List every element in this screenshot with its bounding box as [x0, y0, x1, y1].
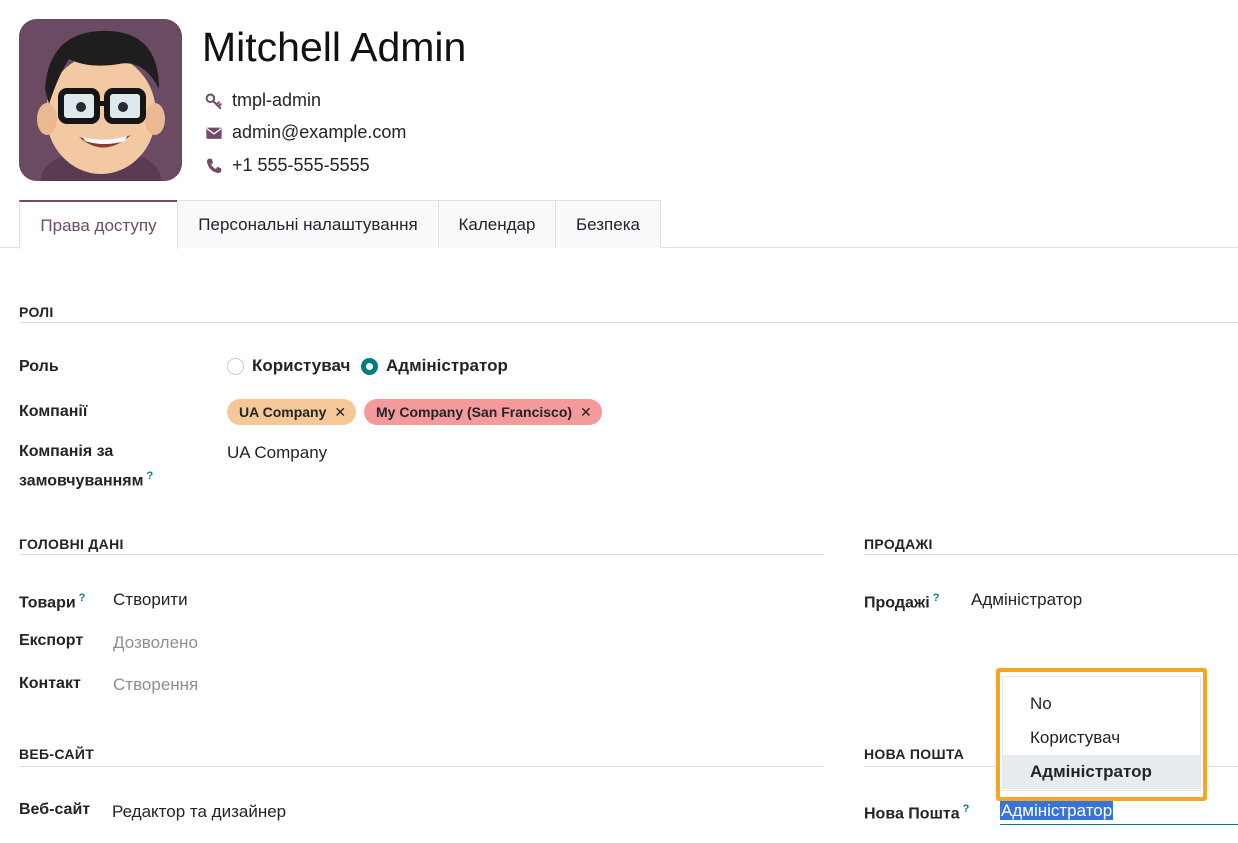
company-tag-ua: UA Company ✕ [227, 399, 357, 425]
products-label: Товари? [19, 592, 86, 612]
company-tag-sf: My Company (San Francisco) ✕ [364, 399, 602, 425]
contact-value[interactable]: Створення [113, 672, 198, 697]
user-name[interactable]: Mitchell Admin [202, 22, 466, 72]
help-tooltip-icon[interactable]: ? [79, 592, 86, 604]
nova-poshta-label: Нова Пошта? [864, 803, 970, 823]
website-value[interactable]: Редактор та дизайнер [112, 799, 286, 824]
radio-label[interactable]: Адміністратор [386, 356, 508, 376]
avatar-cartoon-image [19, 19, 182, 181]
section-title-main-data: ГОЛОВНІ ДАНІ [19, 536, 124, 552]
envelope-icon [204, 123, 224, 143]
tag-label: My Company (San Francisco) [376, 404, 573, 420]
radio-label[interactable]: Користувач [252, 356, 350, 376]
dropdown-option-user[interactable]: Користувач [1003, 721, 1200, 755]
sales-label: Продажі? [864, 592, 940, 612]
export-label: Експорт [19, 632, 84, 649]
user-avatar[interactable] [19, 19, 182, 181]
default-company-label: Компанія за замовчуванням? [19, 443, 154, 490]
dropdown-option-no[interactable]: No [1003, 687, 1200, 721]
help-tooltip-icon[interactable]: ? [963, 803, 970, 815]
section-title-nova-poshta: НОВА ПОШТА [864, 746, 965, 762]
export-value[interactable]: Дозволено [113, 630, 198, 655]
contact-label: Контакт [19, 675, 81, 692]
section-divider [19, 766, 824, 767]
email-row: admin@example.com [204, 122, 406, 143]
login-row: tmpl-admin [204, 90, 321, 111]
section-title-website: ВЕБ-САЙТ [19, 746, 95, 762]
role-label: Роль [19, 358, 59, 375]
radio-circle[interactable] [227, 357, 244, 375]
tab-calendar[interactable]: Календар [438, 200, 556, 248]
phone-icon [204, 156, 224, 176]
section-divider [19, 322, 1238, 323]
website-label: Веб-сайт [19, 801, 91, 818]
help-tooltip-icon[interactable]: ? [146, 470, 153, 482]
sales-value[interactable]: Адміністратор [971, 587, 1082, 612]
tag-label: UA Company [239, 404, 327, 420]
dropdown-option-admin[interactable]: Адміністратор [1003, 755, 1200, 789]
radio-circle-checked[interactable] [361, 357, 378, 375]
section-title-roles: РОЛІ [19, 304, 54, 320]
section-title-sales: ПРОДАЖІ [864, 536, 933, 552]
help-tooltip-icon[interactable]: ? [933, 592, 940, 604]
radio-role-admin[interactable]: Адміністратор [361, 356, 508, 376]
close-icon[interactable]: ✕ [334, 404, 346, 421]
phone-row: +1 555-555-5555 [204, 155, 370, 176]
radio-role-user[interactable]: Користувач [227, 356, 350, 376]
tab-bar: Права доступу Персональні налаштування К… [0, 200, 1238, 249]
nova-poshta-dropdown: No Користувач Адміністратор [996, 668, 1207, 801]
dropdown-menu: No Користувач Адміністратор [1002, 676, 1201, 791]
companies-label: Компанії [19, 403, 88, 420]
section-divider [19, 554, 824, 555]
products-value[interactable]: Створити [113, 587, 188, 612]
tab-security[interactable]: Безпека [555, 200, 661, 248]
close-icon[interactable]: ✕ [580, 404, 592, 421]
nova-poshta-select[interactable]: Адміністратор [1000, 798, 1238, 825]
default-company-value[interactable]: UA Company [227, 440, 327, 465]
user-phone[interactable]: +1 555-555-5555 [232, 155, 370, 176]
key-icon [204, 91, 224, 111]
user-login: tmpl-admin [232, 90, 322, 110]
nova-poshta-selected-text[interactable]: Адміністратор [1000, 801, 1114, 820]
tab-access-rights[interactable]: Права доступу [19, 200, 178, 249]
section-divider [864, 554, 1238, 555]
user-email[interactable]: admin@example.com [232, 122, 406, 143]
tab-preferences[interactable]: Персональні налаштування [177, 200, 439, 248]
